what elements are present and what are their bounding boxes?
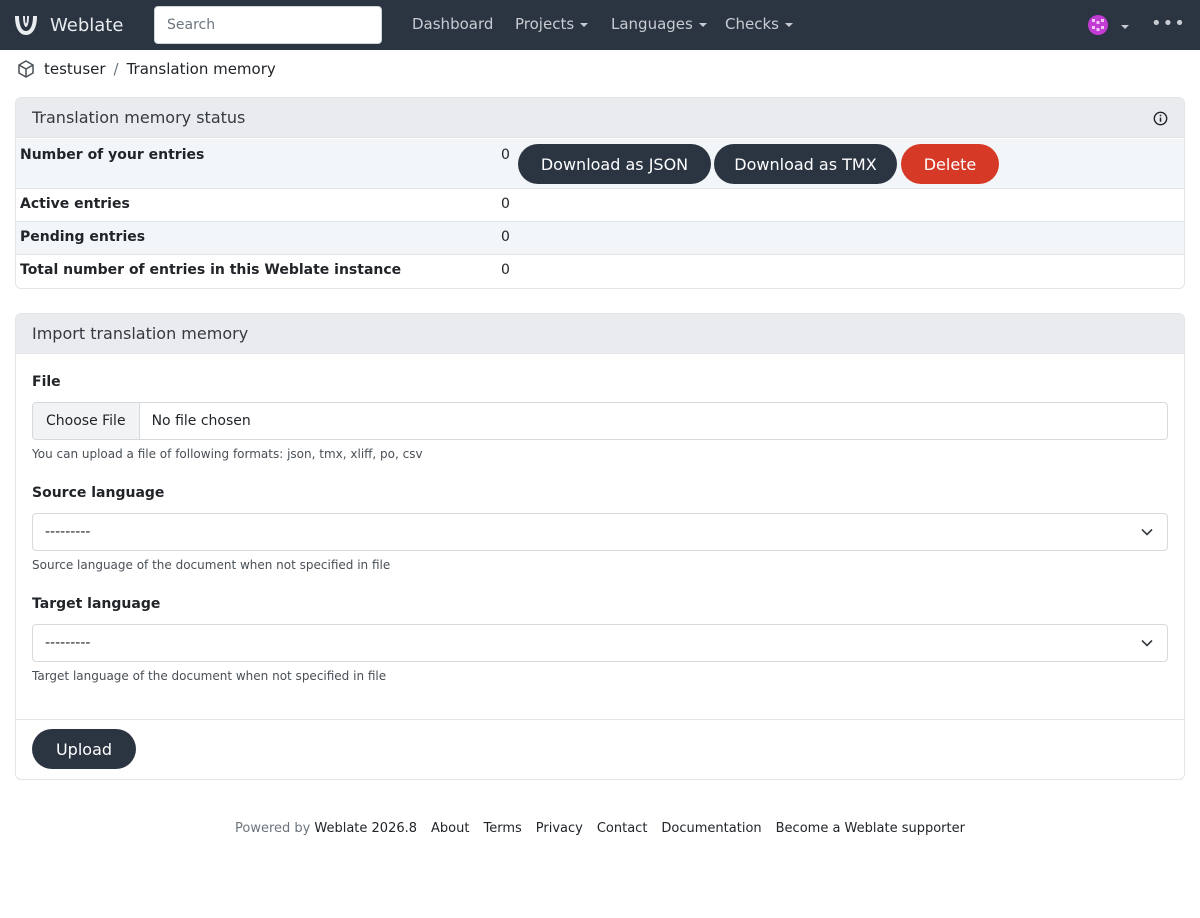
chevron-down-icon — [1141, 639, 1153, 647]
source-language-select[interactable]: --------- — [32, 513, 1168, 551]
nav-languages-label: Languages — [611, 15, 693, 33]
source-language-help-text: Source language of the document when not… — [32, 558, 391, 572]
target-language-value: --------- — [45, 635, 91, 651]
nav-projects-label: Projects — [515, 15, 575, 33]
nav-checks-label: Checks — [725, 15, 779, 33]
footer-version-link[interactable]: Weblate 2026.8 — [314, 821, 417, 836]
target-language-select[interactable]: --------- — [32, 624, 1168, 662]
table-row: Pending entries 0 — [16, 222, 1184, 255]
row-label: Pending entries — [20, 229, 146, 245]
cube-icon — [18, 60, 34, 78]
target-language-label: Target language — [32, 596, 161, 612]
upload-button[interactable]: Upload — [32, 729, 136, 769]
file-input[interactable]: Choose File No file chosen — [32, 402, 1168, 440]
download-tmx-button[interactable]: Download as TMX — [714, 144, 897, 184]
brand-link[interactable]: Weblate — [12, 11, 123, 39]
choose-file-button[interactable]: Choose File — [33, 403, 140, 439]
page-footer: Powered by Weblate 2026.8 About Terms Pr… — [0, 821, 1200, 836]
nav-checks[interactable]: Checks — [725, 15, 793, 33]
row-value: 0 — [501, 229, 510, 245]
download-json-button[interactable]: Download as JSON — [518, 144, 711, 184]
brand-name: Weblate — [50, 14, 124, 36]
footer-link-supporter[interactable]: Become a Weblate supporter — [776, 821, 965, 836]
breadcrumb-separator: / — [113, 60, 119, 78]
nav-languages[interactable]: Languages — [611, 15, 707, 33]
user-avatar-icon[interactable] — [1088, 15, 1108, 35]
row-value: 0 — [501, 196, 510, 212]
breadcrumb-user-link[interactable]: testuser — [44, 60, 106, 78]
nav-dashboard-label: Dashboard — [412, 15, 494, 33]
avatar-pattern — [1092, 19, 1104, 31]
memory-status-header: Translation memory status — [16, 98, 1184, 138]
import-memory-card: Import translation memory File Choose Fi… — [15, 313, 1185, 780]
breadcrumb-current-page[interactable]: Translation memory — [127, 60, 276, 78]
memory-status-title: Translation memory status — [32, 108, 246, 127]
table-row: Active entries 0 — [16, 189, 1184, 222]
footer-link-privacy[interactable]: Privacy — [536, 821, 583, 836]
caret-down-icon — [698, 23, 707, 27]
powered-by-text: Powered by — [235, 821, 311, 836]
row-value: 0 — [501, 262, 510, 278]
row-label: Total number of entries in this Weblate … — [20, 262, 402, 278]
footer-link-terms[interactable]: Terms — [483, 821, 521, 836]
import-memory-title: Import translation memory — [32, 324, 249, 343]
table-row: Number of your entries 0 Download as JSO… — [16, 139, 1184, 189]
file-help-text: You can upload a file of following forma… — [32, 447, 423, 461]
caret-down-icon — [580, 23, 589, 27]
row-label: Active entries — [20, 196, 130, 212]
target-language-help-text: Target language of the document when not… — [32, 669, 387, 683]
breadcrumb: testuser / Translation memory — [16, 58, 276, 80]
footer-link-about[interactable]: About — [431, 821, 469, 836]
card-footer-divider — [16, 719, 1184, 720]
row-label: Number of your entries — [20, 147, 205, 163]
row-value: 0 — [501, 147, 510, 163]
delete-button[interactable]: Delete — [901, 144, 999, 184]
footer-link-documentation[interactable]: Documentation — [661, 821, 761, 836]
search-input[interactable]: Search — [154, 6, 382, 44]
footer-link-contact[interactable]: Contact — [597, 821, 648, 836]
more-dots-icon[interactable]: ••• — [1151, 15, 1186, 33]
table-row: Total number of entries in this Weblate … — [16, 255, 1184, 288]
file-label: File — [32, 374, 61, 390]
chevron-down-icon — [1141, 528, 1153, 536]
nav-dashboard[interactable]: Dashboard — [412, 15, 493, 33]
caret-down-icon — [784, 23, 793, 27]
nav-projects[interactable]: Projects — [515, 15, 589, 33]
memory-status-card: Translation memory status Number of your… — [15, 97, 1185, 289]
file-status: No file chosen — [151, 413, 251, 429]
source-language-label: Source language — [32, 485, 165, 501]
user-menu-caret-icon[interactable] — [1121, 25, 1129, 29]
import-memory-header: Import translation memory — [16, 314, 1184, 354]
weblate-logo-icon — [15, 16, 37, 35]
info-icon[interactable] — [1153, 111, 1168, 126]
top-navbar: Weblate Search Dashboard Projects Langua… — [0, 0, 1200, 50]
source-language-value: --------- — [45, 524, 91, 540]
